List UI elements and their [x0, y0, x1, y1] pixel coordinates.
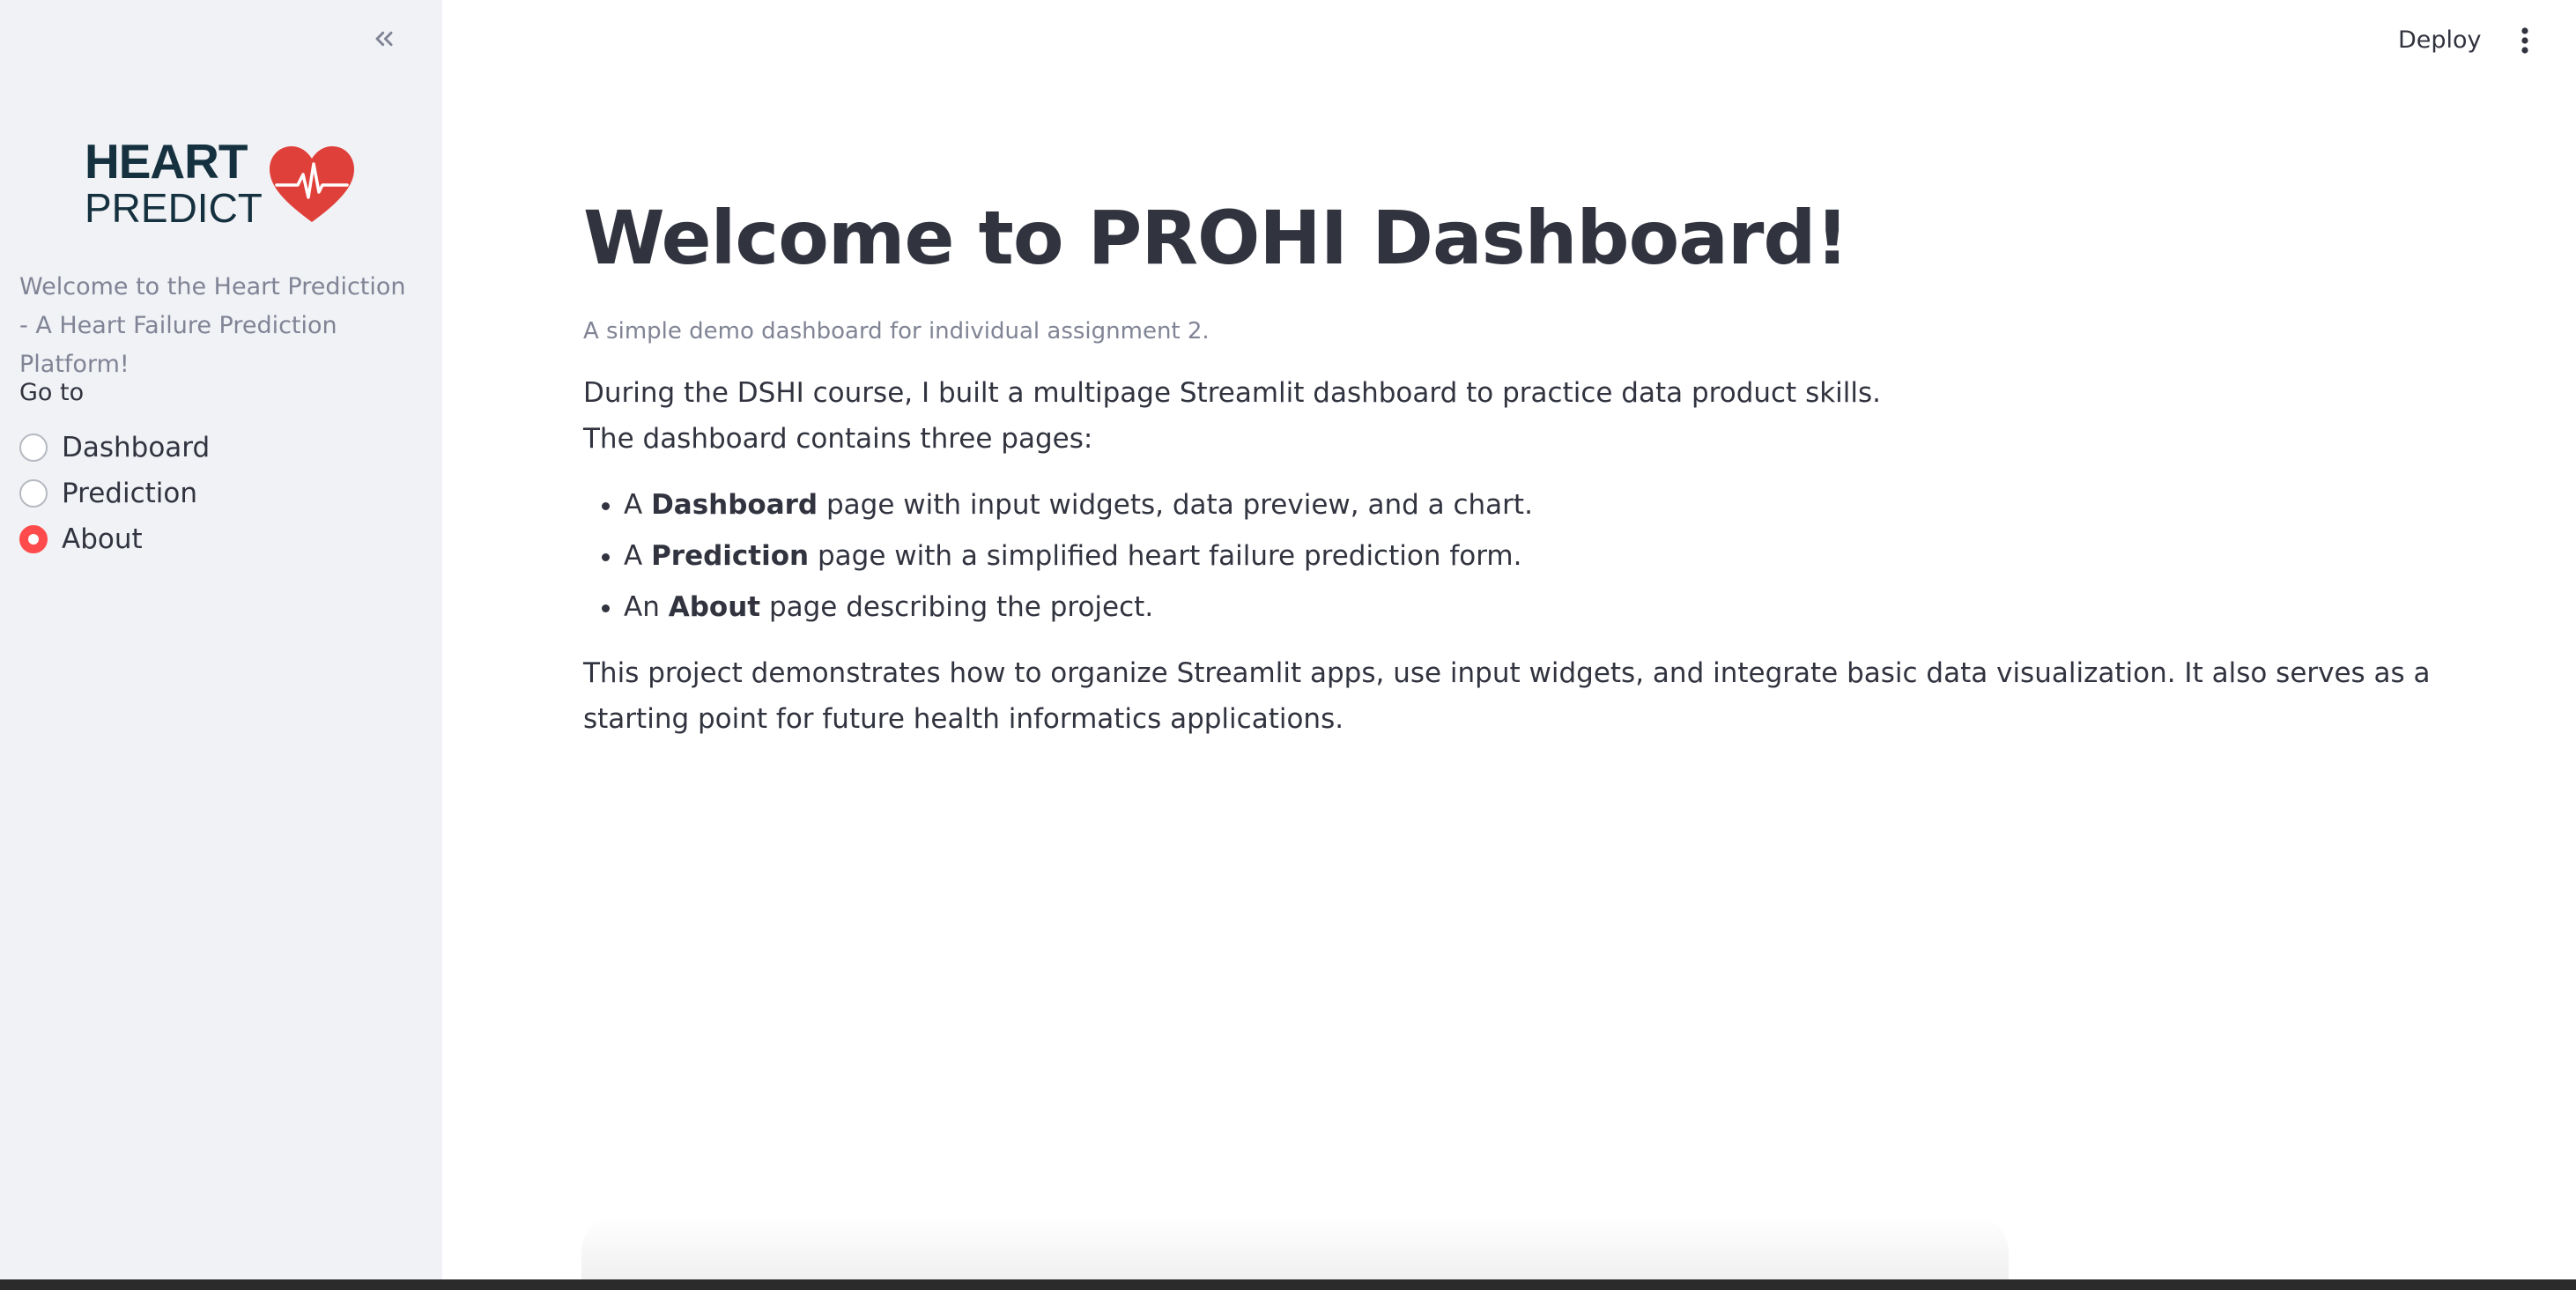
list-item: A Dashboard page with input widgets, dat… [624, 479, 2451, 530]
list-item-suffix: page with input widgets, data preview, a… [818, 489, 1533, 521]
chevrons-left-icon [375, 31, 393, 47]
radio-button-selected[interactable] [19, 525, 48, 553]
list-item: An About page describing the project. [624, 582, 2451, 633]
list-item-name: Prediction [651, 540, 810, 572]
logo-text: HEART PREDICT [85, 132, 278, 231]
list-item-name: About [668, 591, 761, 623]
list-item-suffix: page with a simplified heart failure pre… [809, 540, 1522, 572]
pages-list: A Dashboard page with input widgets, dat… [583, 479, 2451, 633]
list-item-suffix: page describing the project. [760, 591, 1154, 623]
bottom-shadow [581, 1216, 2009, 1279]
list-item-prefix: A [624, 540, 652, 572]
radio-button[interactable] [19, 434, 48, 462]
intro-paragraph: During the DSHI course, I built a multip… [583, 370, 2451, 462]
nav-option-label: About [62, 523, 143, 555]
radio-button[interactable] [19, 479, 48, 508]
intro-line: During the DSHI course, I built a multip… [583, 377, 1882, 409]
sidebar-intro-text: Welcome to the Heart Prediction - A Hear… [19, 273, 406, 378]
nav-option-about[interactable]: About [19, 516, 407, 562]
sidebar: HEART PREDICT Welcome to the Heart Predi… [0, 0, 442, 1290]
window-bottom-edge [0, 1279, 2576, 1290]
heart-pulse-icon [270, 146, 354, 222]
closing-paragraph: This project demonstrates how to organiz… [583, 657, 2431, 735]
nav-option-dashboard[interactable]: Dashboard [19, 425, 407, 471]
more-vertical-icon [2521, 27, 2528, 54]
page-caption: A simple demo dashboard for individual a… [583, 318, 1210, 345]
nav-label: Go to [19, 379, 85, 406]
heart-predict-logo: HEART PREDICT [85, 132, 358, 229]
list-item: A Prediction page with a simplified hear… [624, 530, 2451, 582]
nav-option-label: Prediction [62, 478, 198, 509]
app-window: HEART PREDICT Welcome to the Heart Predi… [0, 0, 2576, 1290]
list-item-prefix: An [624, 591, 669, 623]
nav-option-prediction[interactable]: Prediction [19, 471, 407, 516]
collapse-sidebar-button[interactable] [366, 21, 402, 56]
list-item-name: Dashboard [651, 489, 818, 521]
deploy-button[interactable]: Deploy [2391, 21, 2489, 60]
nav-option-label: Dashboard [62, 432, 211, 463]
nav-radio-group: Dashboard Prediction About [19, 425, 407, 562]
intro-line: The dashboard contains three pages: [583, 423, 1093, 455]
main-menu-button[interactable] [2507, 19, 2543, 62]
list-item-prefix: A [624, 489, 652, 521]
page-title: Welcome to PROHI Dashboard! [583, 195, 1849, 281]
logo-line-2: PREDICT [85, 185, 263, 231]
logo-line-1: HEART [85, 134, 248, 189]
main-content: Welcome to PROHI Dashboard! A simple dem… [583, 176, 2451, 742]
